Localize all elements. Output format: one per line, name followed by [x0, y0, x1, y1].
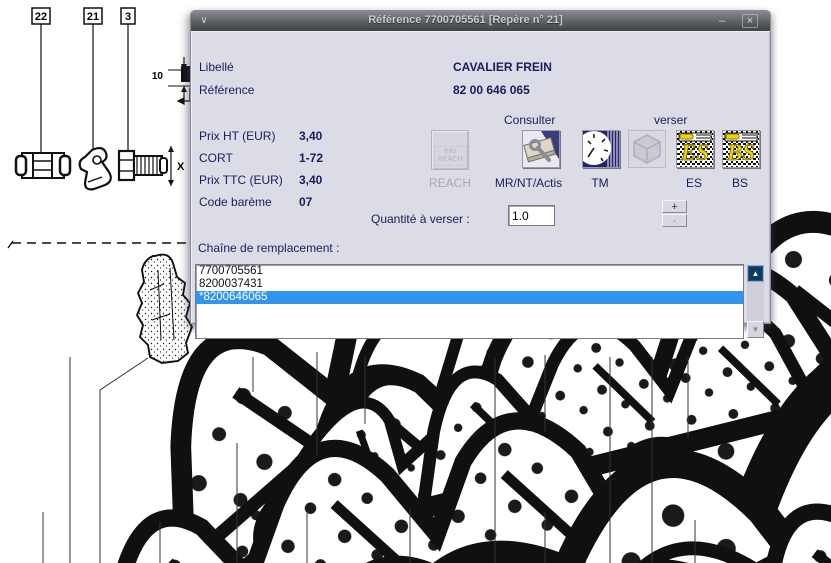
minimize-button[interactable]: –: [714, 13, 730, 29]
libelle-label: Libellé: [199, 60, 234, 74]
quantity-minus-button[interactable]: -: [662, 214, 687, 227]
reach-label: REACH: [420, 176, 480, 190]
libelle-value: CAVALIER FREIN: [453, 60, 552, 74]
reach-button: Info REACH: [431, 130, 469, 170]
gauge-icon: [583, 131, 619, 167]
es-label: ES: [676, 176, 712, 190]
cort-value: 1-72: [299, 151, 323, 165]
chain-label: Chaîne de remplacement :: [198, 241, 339, 255]
dialog-title: Référence 7700705561 [Repère n° 21]: [231, 14, 700, 26]
svg-text:10: 10: [152, 71, 164, 82]
bs-label: BS: [722, 176, 758, 190]
cort-label: CORT: [199, 151, 233, 165]
chain-item[interactable]: 7700705561: [196, 265, 743, 278]
quantity-label: Quantité à verser :: [371, 212, 470, 226]
code-bareme-label: Code barème: [199, 195, 272, 209]
scroll-up-icon[interactable]: ▲: [747, 265, 764, 282]
reference-label: Référence: [199, 83, 254, 97]
quantity-plus-button[interactable]: +: [662, 200, 687, 213]
part-clip-21: [80, 148, 111, 189]
price-ttc-value: 3,40: [299, 173, 322, 187]
tm-button[interactable]: [582, 130, 620, 168]
es-button[interactable]: ES: [676, 130, 714, 168]
svg-text:3: 3: [125, 11, 131, 23]
part-bolt-3: [119, 151, 167, 180]
part-clamp-22: [16, 153, 70, 178]
screen: 22 21 3 X 10: [0, 0, 831, 563]
price-ttc-label: Prix TTC (EUR): [199, 173, 283, 187]
es-document-icon: ES: [677, 131, 713, 167]
bs-button[interactable]: BS: [722, 130, 760, 168]
dimension-x: X: [168, 146, 185, 186]
price-ht-value: 3,40: [299, 129, 322, 143]
chain-item-selected[interactable]: *8200646065: [196, 291, 743, 304]
bs-document-icon: BS: [723, 131, 759, 167]
chain-listbox[interactable]: 7700705561 8200037431 *8200646065: [195, 264, 744, 339]
verser-header: verser: [654, 113, 687, 127]
reference-dialog: ∨ Référence 7700705561 [Repère n° 21] – …: [190, 10, 771, 324]
package-icon: [629, 131, 665, 167]
dimension-10: 10: [152, 57, 190, 104]
reference-value: 82 00 646 065: [453, 83, 530, 97]
scroll-down-icon[interactable]: ▼: [747, 321, 764, 338]
svg-text:22: 22: [35, 11, 47, 23]
tm-label: TM: [580, 176, 620, 190]
code-bareme-value: 07: [299, 195, 312, 209]
dialog-titlebar[interactable]: ∨ Référence 7700705561 [Repère n° 21] – …: [191, 11, 770, 31]
callout-22[interactable]: 22: [32, 8, 50, 152]
mr-nt-actis-button[interactable]: [522, 130, 560, 168]
svg-text:BS: BS: [726, 140, 755, 165]
close-button[interactable]: ×: [742, 14, 758, 28]
chain-scrollbar[interactable]: ▲ ▼: [747, 265, 764, 338]
svg-text:21: 21: [87, 11, 99, 23]
consulter-header: Consulter: [504, 113, 555, 127]
quantity-input[interactable]: [508, 205, 555, 226]
chain-item[interactable]: 8200037431: [196, 278, 743, 291]
svg-text:X: X: [177, 161, 185, 173]
callout-3[interactable]: 3: [121, 8, 135, 150]
window-menu-icon[interactable]: ∨: [196, 13, 212, 29]
price-ht-label: Prix HT (EUR): [199, 129, 275, 143]
dash-line-tick: [8, 241, 13, 248]
manual-wrench-icon: [523, 131, 559, 167]
svg-text:ES: ES: [680, 140, 709, 165]
mr-nt-actis-label: MR/NT/Actis: [481, 176, 576, 190]
package-button: [628, 130, 666, 168]
dialog-body: Libellé CAVALIER FREIN Référence 82 00 6…: [191, 31, 770, 323]
callout-21[interactable]: 21: [84, 8, 102, 150]
